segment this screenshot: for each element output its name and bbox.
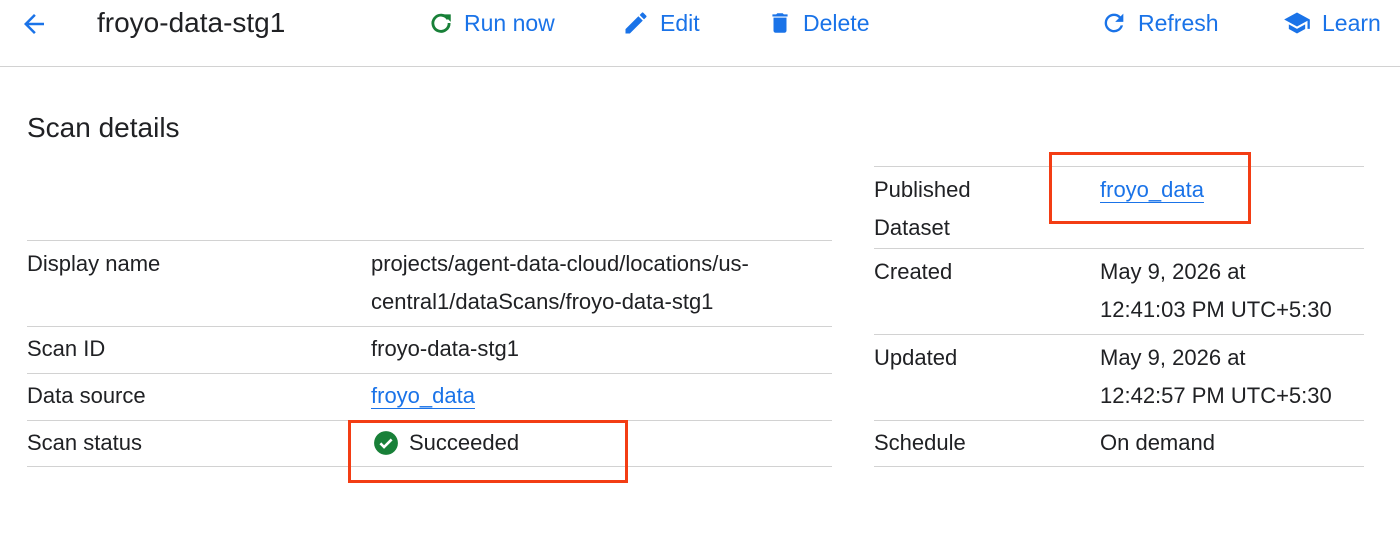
updated-line2: 12:42:57 PM UTC+5:30 <box>1100 383 1332 408</box>
scan-details-right-table: Published Dataset froyo_data Created May… <box>874 166 1364 468</box>
updated-label: Updated <box>874 345 958 370</box>
published-dataset-link[interactable]: froyo_data <box>1100 171 1204 209</box>
row-scan-id: Scan ID froyo-data-stg1 <box>27 326 832 373</box>
display-name-line2: central1/dataScans/froyo-data-stg1 <box>371 289 714 314</box>
display-name-label: Display name <box>27 251 161 276</box>
delete-button[interactable]: Delete <box>767 5 869 41</box>
scan-status-label: Scan status <box>27 430 142 455</box>
edit-label: Edit <box>660 9 700 36</box>
learn-label: Learn <box>1322 9 1381 36</box>
learn-button[interactable]: Learn <box>1282 5 1381 41</box>
scan-id-label: Scan ID <box>27 336 106 361</box>
run-now-button[interactable]: Run now <box>428 5 555 41</box>
row-schedule: Schedule On demand <box>874 420 1364 467</box>
learn-icon <box>1284 12 1310 34</box>
check-circle-icon <box>374 431 398 455</box>
page-title: froyo-data-stg1 <box>97 7 286 38</box>
created-value: May 9, 2026 at 12:41:03 PM UTC+5:30 <box>1100 253 1332 329</box>
published-label-line1: Published <box>874 177 971 202</box>
created-line2: 12:41:03 PM UTC+5:30 <box>1100 297 1332 322</box>
edit-icon <box>625 12 647 34</box>
refresh-label: Refresh <box>1138 9 1219 36</box>
refresh-icon <box>1104 13 1124 33</box>
data-source-link[interactable]: froyo_data <box>371 377 475 415</box>
scan-details-left-table: Display name projects/agent-data-cloud/l… <box>27 240 832 468</box>
run-now-label: Run now <box>464 9 555 36</box>
display-name-value: projects/agent-data-cloud/locations/us- … <box>371 245 749 321</box>
data-source-label: Data source <box>27 383 146 408</box>
delete-icon <box>772 13 788 33</box>
scan-status-text: Succeeded <box>409 430 520 455</box>
published-label-line2: Dataset <box>874 215 950 240</box>
row-scan-status: Scan status Succeeded <box>27 420 832 467</box>
row-data-source: Data source froyo_data <box>27 373 832 420</box>
display-name-line1: projects/agent-data-cloud/locations/us- <box>371 251 749 276</box>
row-display-name: Display name projects/agent-data-cloud/l… <box>27 240 832 326</box>
edit-button[interactable]: Edit <box>622 5 700 41</box>
row-updated: Updated May 9, 2026 at 12:42:57 PM UTC+5… <box>874 334 1364 420</box>
row-created: Created May 9, 2026 at 12:41:03 PM UTC+5… <box>874 248 1364 334</box>
scan-id-value: froyo-data-stg1 <box>371 336 519 361</box>
schedule-label: Schedule <box>874 430 966 455</box>
delete-label: Delete <box>803 9 870 36</box>
created-label: Created <box>874 259 953 284</box>
top-toolbar: froyo-data-stg1 Run now Edit Delete Refr… <box>0 0 1400 67</box>
published-dataset-label: Published Dataset <box>874 171 971 247</box>
scan-status-value: Succeeded <box>373 424 519 462</box>
schedule-value: On demand <box>1100 430 1215 455</box>
back-button[interactable] <box>16 6 52 42</box>
refresh-button[interactable]: Refresh <box>1100 5 1219 41</box>
section-title: Scan details <box>27 112 180 143</box>
created-line1: May 9, 2026 at <box>1100 259 1246 284</box>
updated-line1: May 9, 2026 at <box>1100 345 1246 370</box>
row-published-dataset: Published Dataset froyo_data <box>874 166 1364 248</box>
arrow-back-icon <box>24 14 44 34</box>
run-icon <box>431 13 451 33</box>
updated-value: May 9, 2026 at 12:42:57 PM UTC+5:30 <box>1100 339 1332 415</box>
